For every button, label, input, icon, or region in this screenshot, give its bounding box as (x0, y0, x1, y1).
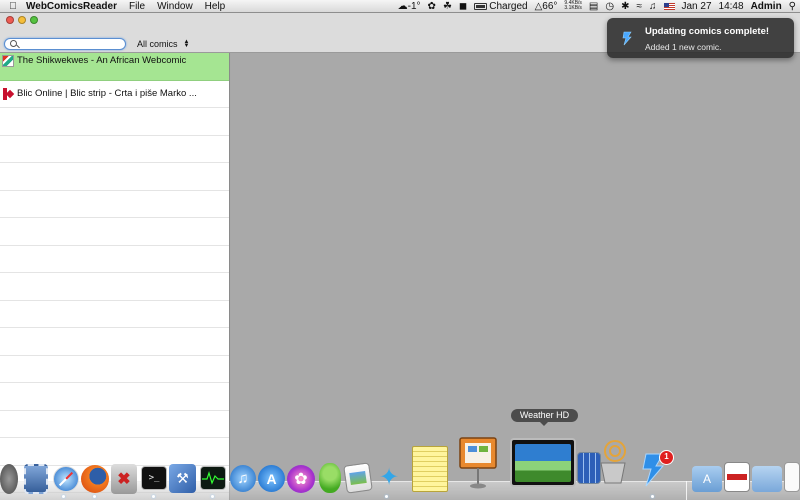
squirrel-icon[interactable]: ✿ (428, 1, 436, 12)
dock-script-editor-icon[interactable]: ✖ (111, 464, 137, 494)
running-indicator (62, 495, 65, 498)
frog-icon[interactable]: ☘ (443, 1, 452, 12)
dock-xcode-icon[interactable]: ⚒ (169, 464, 196, 493)
clock-time[interactable]: 14:48 (719, 1, 744, 12)
comics-filter-value: All comics (137, 39, 178, 49)
dock-terminal-icon[interactable]: >_ (141, 466, 167, 490)
dock-game-center-icon[interactable]: ✿ (287, 465, 315, 493)
empty-list-row (0, 411, 229, 438)
dock-separator (686, 481, 687, 500)
search-icon (10, 40, 17, 47)
running-indicator (651, 495, 654, 498)
dock-mail-stamp-icon[interactable] (24, 464, 48, 494)
menu-window[interactable]: Window (157, 1, 193, 12)
bluetooth-icon[interactable]: ✱ (621, 1, 629, 12)
running-indicator (211, 495, 214, 498)
empty-list-row (0, 246, 229, 273)
dock-documents-folder-icon[interactable] (752, 466, 782, 492)
empty-list-row (0, 273, 229, 301)
dock-tooltip: Weather HD (511, 409, 578, 426)
dock-activity-stack-icon[interactable] (724, 462, 750, 492)
zoom-window-button[interactable] (30, 16, 38, 24)
dock-adium-icon[interactable] (319, 463, 341, 493)
net-down-value: 3.1KB/s (564, 5, 582, 11)
running-indicator (152, 495, 155, 498)
user-menu[interactable]: Admin (751, 1, 782, 12)
dock-safari-icon[interactable] (53, 466, 79, 492)
comic-title: The Shikwekwes - An African Webcomic (17, 55, 187, 66)
dock-preview-icon[interactable] (343, 462, 373, 494)
network-status[interactable]: 9.4KB/s 3.1KB/s (564, 1, 582, 11)
empty-list-row (0, 163, 229, 191)
activity-monitor-icon[interactable]: ▤ (589, 1, 598, 12)
menu-file[interactable]: File (129, 1, 145, 12)
dock-activity-monitor-icon[interactable] (200, 466, 226, 490)
comics-filter-popup[interactable]: All comics ▲ ▼ (137, 39, 189, 49)
empty-list-row (0, 136, 229, 163)
temperature-value: -1° (407, 0, 421, 12)
dock-stickies-icon[interactable] (412, 446, 448, 492)
empty-list-row (0, 108, 229, 136)
close-window-button[interactable] (6, 16, 14, 24)
clock-date[interactable]: Jan 27 (682, 1, 712, 12)
dock-twitter-icon[interactable]: ✦ (373, 462, 405, 492)
menu-bar:  WebComicsReader File Window Help ☁ -1°… (0, 0, 800, 13)
us-flag-icon[interactable] (663, 2, 675, 10)
search-field[interactable] (4, 38, 126, 50)
empty-list-row (0, 438, 229, 466)
comic-row-blic[interactable]: Blic Online | Blic strip - Crta i piše M… (0, 81, 229, 108)
minimize-window-button[interactable] (18, 16, 26, 24)
time-machine-icon[interactable]: ◷ (605, 1, 614, 12)
dock-firefox-icon[interactable] (81, 465, 109, 493)
dock-document-stack-icon[interactable] (784, 462, 800, 492)
dock-keynote-icon[interactable] (458, 435, 498, 490)
webcomicsreader-logo-icon (622, 31, 632, 46)
empty-rows (0, 108, 229, 493)
notification-title: Updating comics complete! (645, 26, 770, 37)
paw-icon[interactable]: ◼ (459, 1, 467, 12)
empty-list-row (0, 301, 229, 328)
dock-applications-folder-icon[interactable]: A (692, 466, 722, 492)
spotlight-icon[interactable]: ⚲ (789, 1, 796, 12)
dock-wireless-icon[interactable] (593, 437, 633, 487)
wifi-icon[interactable]: ≈ (637, 1, 643, 12)
notification-badge: 1 (659, 450, 674, 465)
empty-list-row (0, 218, 229, 246)
cpu-temp-status[interactable]: △ 66° (535, 1, 558, 12)
comic-row-shikwekwes[interactable]: The Shikwekwes - An African Webcomic (0, 53, 229, 81)
battery-icon (474, 2, 488, 10)
thermometer-icon: △ (534, 0, 543, 12)
battery-status[interactable]: Charged (474, 0, 528, 12)
volume-icon[interactable]: ♫ (649, 1, 657, 12)
search-input[interactable] (20, 39, 120, 49)
comic-title: Blic Online | Blic strip - Crta i piše M… (17, 88, 197, 100)
cpu-temp-value: 66° (542, 0, 558, 12)
dock-itunes-icon[interactable]: ♫ (230, 465, 256, 492)
running-indicator (93, 495, 96, 498)
dock-weather-hd-icon[interactable] (510, 438, 576, 487)
cloud-icon: ☁ (397, 0, 408, 12)
growl-notification[interactable]: Updating comics complete! Added 1 new co… (607, 18, 794, 58)
apple-menu-icon[interactable]:  (0, 1, 26, 12)
blic-favicon-icon (2, 87, 14, 100)
weather-status[interactable]: ☁ -1° (398, 1, 421, 12)
updown-arrows-icon: ▲ ▼ (183, 39, 190, 49)
dock-launchpad-icon[interactable] (0, 464, 18, 494)
dock-app-store-icon[interactable]: A (258, 465, 285, 492)
shikwekwes-favicon-icon (2, 55, 14, 67)
empty-list-row (0, 356, 229, 383)
notification-body: Added 1 new comic. (645, 42, 722, 52)
running-indicator (385, 495, 388, 498)
battery-text: Charged (489, 0, 528, 12)
app-menu[interactable]: WebComicsReader (26, 1, 117, 12)
menu-help[interactable]: Help (205, 1, 226, 12)
comic-content-pane[interactable] (231, 53, 800, 500)
comic-list[interactable]: The Shikwekwes - An African Webcomic Bli… (0, 53, 230, 500)
empty-list-row (0, 191, 229, 218)
empty-list-row (0, 328, 229, 356)
empty-list-row (0, 383, 229, 411)
